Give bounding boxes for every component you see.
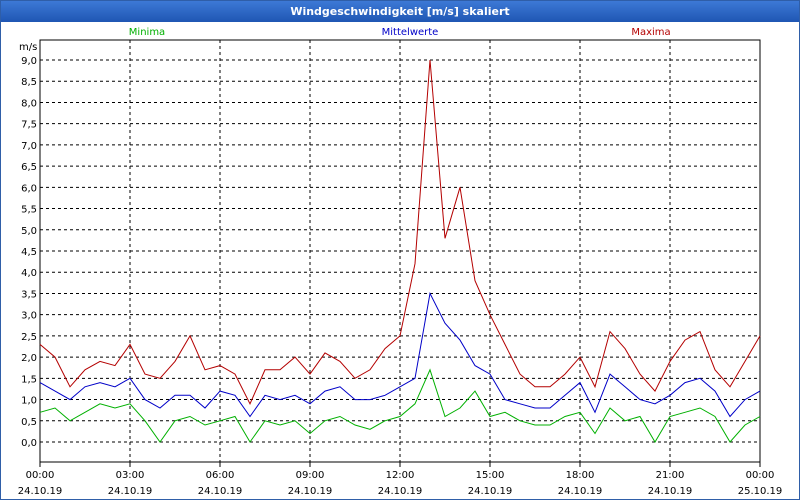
y-tick-label: 1,0	[21, 396, 37, 407]
y-tick-label: 2,0	[21, 353, 37, 364]
x-tick-time: 00:00	[26, 470, 55, 481]
y-tick-label: 4,5	[21, 247, 37, 258]
wind-speed-chart: 9,0 8,5 8,0 7,5 7,0 6,5 6,0 5,5 5,0 4,5 4,0 3,5 3,0 2…	[18, 27, 783, 497]
x-tick-date: 24.10.19	[108, 486, 153, 497]
y-tick-label: 1,5	[21, 374, 37, 385]
x-tick-date: 24.10.19	[558, 486, 603, 497]
y-tick-label: 6,5	[21, 162, 37, 173]
y-tick-label: 3,5	[21, 289, 37, 300]
y-tick-label: 9,0	[21, 56, 37, 67]
x-tick-time: 06:00	[206, 470, 235, 481]
x-tick-time: 00:00	[746, 470, 775, 481]
legend-entry-minima: Minima	[129, 27, 165, 38]
y-tick-label: 5,5	[21, 205, 37, 216]
x-tick-time: 18:00	[566, 470, 595, 481]
x-tick-time: 12:00	[386, 470, 415, 481]
y-tick-label: 7,0	[21, 141, 37, 152]
y-tick-label: 0,5	[21, 417, 37, 428]
x-tick-time: 09:00	[296, 470, 325, 481]
y-tick-label: 4,0	[21, 268, 37, 279]
y-tick-label: 5,0	[21, 226, 37, 237]
legend-entry-mittelwerte: Mittelwerte	[382, 27, 439, 38]
y-axis-label: m/s	[19, 42, 37, 53]
y-tick-label: 0,0	[21, 438, 37, 449]
x-tick-date: 24.10.19	[18, 486, 63, 497]
y-tick-label: 7,5	[21, 120, 37, 131]
x-tick-date: 24.10.19	[468, 486, 513, 497]
x-tick-date: 24.10.19	[648, 486, 693, 497]
legend-entry-maxima: Maxima	[631, 27, 670, 38]
y-tick-label: 6,0	[21, 183, 37, 194]
x-tick-date: 24.10.19	[288, 486, 333, 497]
x-tick-time: 03:00	[116, 470, 145, 481]
x-tick-date: 24.10.19	[378, 486, 423, 497]
x-tick-time: 21:00	[656, 470, 685, 481]
x-tick-date: 24.10.19	[198, 486, 243, 497]
y-tick-label: 2,5	[21, 332, 37, 343]
y-tick-label: 8,0	[21, 98, 37, 109]
y-tick-label: 3,0	[21, 311, 37, 322]
x-tick-time: 15:00	[476, 470, 505, 481]
y-tick-label: 8,5	[21, 77, 37, 88]
x-tick-date: 25.10.19	[738, 486, 783, 497]
